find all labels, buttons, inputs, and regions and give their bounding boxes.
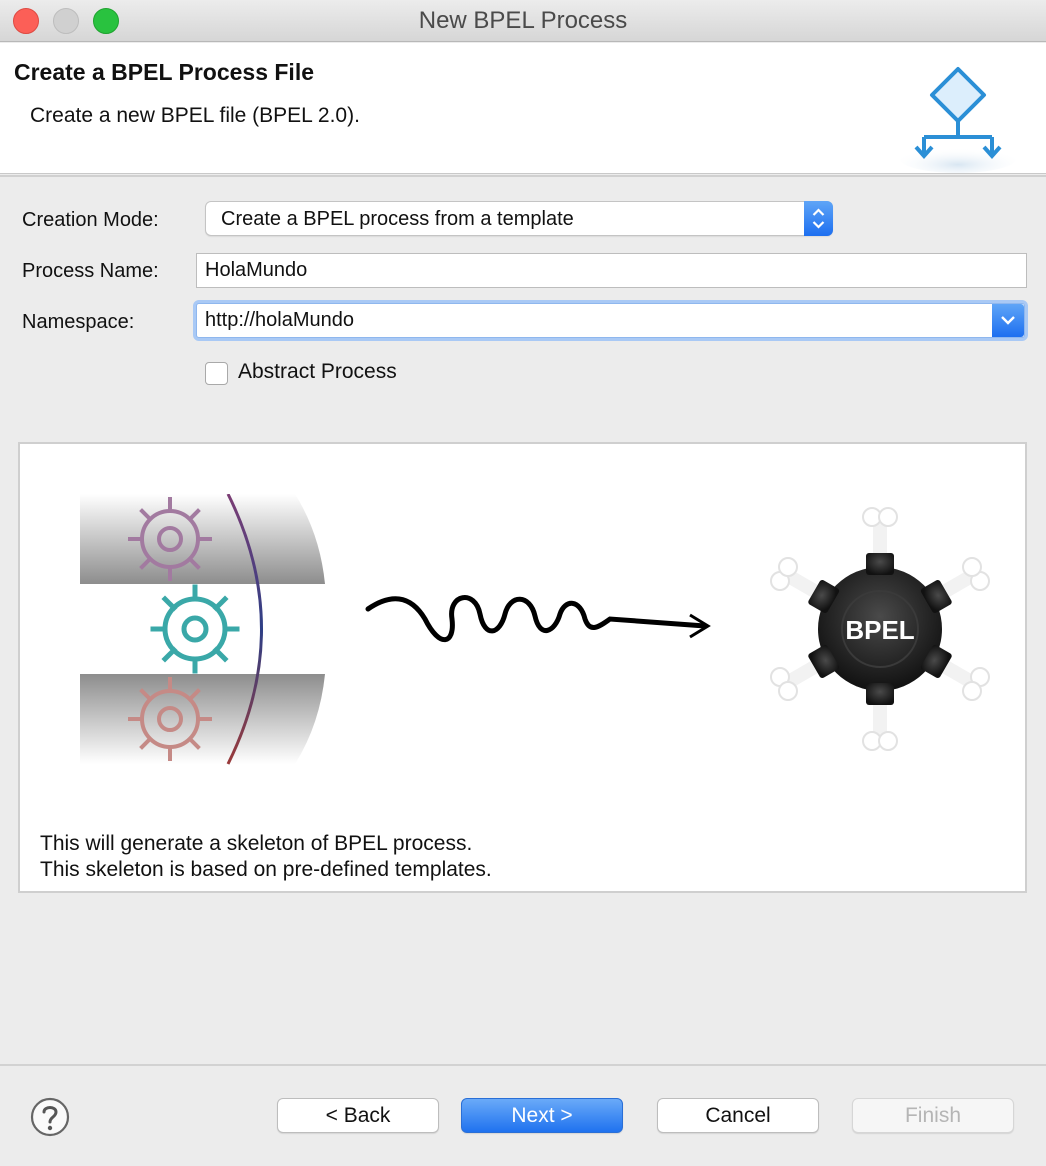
cancel-button[interactable]: Cancel <box>657 1098 819 1133</box>
header-divider <box>0 175 1046 177</box>
back-button[interactable]: < Back <box>277 1098 439 1133</box>
bpel-process-icon <box>900 67 1016 173</box>
process-name-label: Process Name: <box>22 260 159 282</box>
bpel-badge-text: BPEL <box>845 615 914 645</box>
preview-text-line-2: This skeleton is based on pre-defined te… <box>40 858 492 881</box>
page-description: Create a new BPEL file (BPEL 2.0). <box>30 104 360 127</box>
namespace-combo <box>196 303 1025 338</box>
teal-gear-icon <box>150 584 240 674</box>
window-title: New BPEL Process <box>418 7 628 34</box>
finish-button[interactable]: Finish <box>852 1098 1014 1133</box>
template-preview-panel: BPEL This will generate a skeleton of BP… <box>18 442 1027 893</box>
template-illustration: BPEL <box>80 494 990 765</box>
creation-mode-select[interactable]: Create a BPEL process from a template <box>205 201 833 236</box>
process-name-field-wrapper <box>196 253 1027 288</box>
creation-mode-label: Creation Mode: <box>22 209 159 231</box>
namespace-field[interactable] <box>197 304 1024 337</box>
updown-chevron-icon[interactable] <box>804 201 833 236</box>
abstract-process-checkbox[interactable] <box>205 362 228 385</box>
squiggle-arrow <box>365 595 708 643</box>
next-button[interactable]: Next > <box>461 1098 623 1133</box>
help-icon[interactable] <box>30 1097 70 1137</box>
page-title: Create a BPEL Process File <box>14 59 314 85</box>
creation-mode-value: Create a BPEL process from a template <box>221 208 574 230</box>
abstract-process-label[interactable]: Abstract Process <box>238 360 397 384</box>
bpel-gear-icon: BPEL <box>770 507 990 751</box>
title-bar: New BPEL Process <box>0 0 1046 42</box>
chevron-down-icon[interactable] <box>992 304 1024 337</box>
process-name-field[interactable] <box>197 254 1026 287</box>
footer-divider <box>0 1064 1046 1066</box>
wizard-header: Create a BPEL Process File Create a new … <box>0 43 1046 174</box>
preview-text-line-1: This will generate a skeleton of BPEL pr… <box>40 832 473 855</box>
namespace-label: Namespace: <box>22 311 135 333</box>
